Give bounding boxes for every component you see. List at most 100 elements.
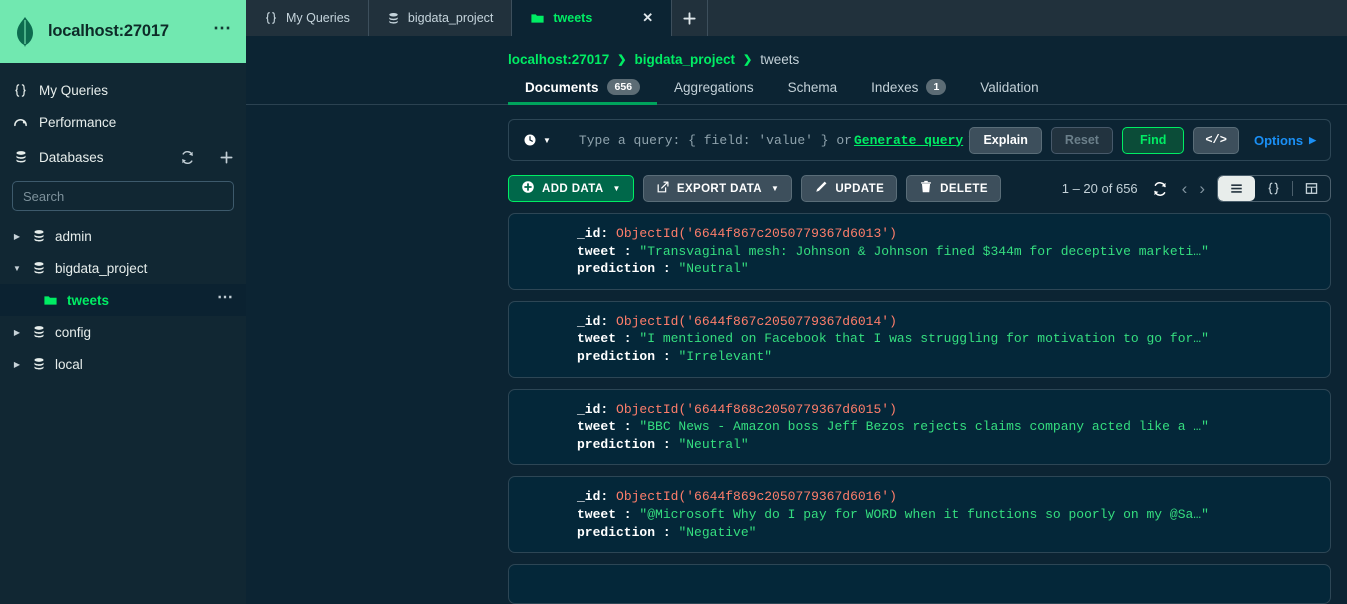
document-card[interactable] (508, 564, 1331, 604)
document-card[interactable]: _id: ObjectId('6644f867c2050779367d6014'… (508, 300, 1331, 378)
button-label: EXPORT DATA (676, 182, 762, 195)
document-field-prediction: prediction : "Neutral" (577, 436, 1330, 454)
pencil-icon (814, 180, 828, 197)
database-icon (12, 150, 29, 164)
tree-label: local (55, 356, 83, 372)
braces-icon (264, 11, 278, 25)
query-bar: ▼ Type a query: { field: 'value' } or Ge… (508, 119, 1331, 161)
document-field-tweet: tweet : "Transvaginal mesh: Johnson & Jo… (577, 243, 1330, 261)
field-key: _id: (577, 313, 609, 329)
tab-my-queries[interactable]: My Queries (246, 0, 369, 36)
tab-schema[interactable]: Schema (771, 80, 855, 104)
field-value: "Transvaginal mesh: Johnson & Johnson fi… (639, 243, 1209, 259)
tree-item-local[interactable]: ▶ local (0, 348, 246, 380)
field-value: "I mentioned on Facebook that I was stru… (639, 331, 1209, 347)
breadcrumb-host[interactable]: localhost:27017 (508, 52, 609, 67)
document-field-id: _id: ObjectId('6644f867c2050779367d6014'… (577, 313, 1330, 331)
compass-window: localhost:27017 ⋯ My Queries Performance (0, 0, 1347, 604)
document-field-id: _id: ObjectId('6644f868c2050779367d6015'… (577, 401, 1330, 419)
field-value: "@Microsoft Why do I pay for WORD when i… (639, 506, 1209, 522)
search-input[interactable] (12, 181, 234, 211)
sidebar-label: Performance (39, 114, 117, 130)
tab-validation[interactable]: Validation (963, 80, 1055, 104)
documents-list: _id: ObjectId('6644f867c2050779367d6013'… (246, 202, 1347, 604)
refresh-icon[interactable] (1152, 181, 1168, 197)
json-view-icon[interactable] (1255, 176, 1292, 201)
tree-item-admin[interactable]: ▶ admin (0, 220, 246, 252)
tree-item-config[interactable]: ▶ config (0, 316, 246, 348)
list-view-icon[interactable] (1218, 176, 1255, 201)
plus-icon[interactable] (219, 150, 234, 165)
document-field-id: _id: ObjectId('6644f867c2050779367d6013'… (577, 225, 1330, 243)
next-page-button[interactable]: › (1199, 180, 1205, 197)
database-icon (387, 12, 400, 25)
document-field-id: _id: ObjectId('6644f869c2050779367d6016'… (577, 488, 1330, 506)
add-data-button[interactable]: ADD DATA ▼ (508, 175, 634, 202)
button-label: UPDATE (835, 182, 885, 195)
query-history-button[interactable]: ▼ (523, 133, 551, 147)
tab-bigdata-project[interactable]: bigdata_project (369, 0, 513, 36)
tab-documents[interactable]: Documents 656 (508, 79, 658, 105)
tree-label: admin (55, 228, 92, 244)
tab-bar-empty-space (707, 0, 1347, 36)
field-value: "Irrelevant" (678, 348, 773, 364)
button-label: DELETE (940, 182, 988, 195)
tab-aggregations[interactable]: Aggregations (657, 80, 771, 104)
tab-tweets[interactable]: tweets ✕ (512, 0, 672, 36)
options-button[interactable]: Options ▶ (1248, 133, 1322, 148)
field-value: "Negative" (678, 524, 757, 540)
document-field-prediction: prediction : "Neutral" (577, 260, 1330, 278)
gauge-icon (12, 115, 29, 130)
trash-icon (919, 180, 933, 197)
export-icon (656, 180, 670, 197)
tree-item-bigdata-project[interactable]: ▼ bigdata_project (0, 252, 246, 284)
query-input[interactable]: Type a query: { field: 'value' } or Gene… (551, 131, 970, 149)
export-data-button[interactable]: EXPORT DATA ▼ (642, 175, 793, 202)
sidebar-item-databases[interactable]: Databases (0, 141, 246, 173)
main-area: My Queries bigdata_project tweets ✕ loca… (246, 0, 1347, 604)
indexes-count-badge: 1 (926, 79, 947, 95)
database-icon (30, 261, 47, 275)
field-key: prediction : (577, 261, 671, 277)
document-card[interactable]: _id: ObjectId('6644f867c2050779367d6013'… (508, 213, 1331, 290)
field-key: prediction : (577, 348, 671, 364)
query-code-toggle-button[interactable]: </> (1193, 126, 1239, 154)
plus-circle-icon (521, 180, 535, 197)
query-actions: Explain Reset Find </> Options ▶ (969, 126, 1322, 154)
field-key: _id: (577, 226, 609, 241)
generate-query-link[interactable]: Generate query (854, 133, 963, 148)
sidebar-item-performance[interactable]: Performance (0, 106, 246, 138)
tree-item-tweets[interactable]: tweets ⋯ (0, 284, 246, 316)
document-field-tweet: tweet : "@Microsoft Why do I pay for WOR… (577, 506, 1330, 524)
close-icon[interactable]: ✕ (642, 10, 653, 26)
delete-button[interactable]: DELETE (906, 175, 1001, 202)
explain-button[interactable]: Explain (969, 126, 1042, 154)
field-key: prediction : (577, 524, 671, 540)
tab-indexes[interactable]: Indexes 1 (854, 79, 963, 104)
document-card[interactable]: _id: ObjectId('6644f869c2050779367d6016'… (508, 476, 1331, 554)
tab-label: tweets (553, 11, 593, 25)
field-key: _id: (577, 489, 609, 505)
document-toolbar: ADD DATA ▼ EXPORT DATA ▼ UPDATE DELETE 1… (508, 175, 1331, 202)
field-value: ObjectId('6644f869c2050779367d6016') (616, 489, 897, 505)
tab-label: Documents (525, 79, 599, 95)
database-tree: ▶ admin ▼ bigdata_project tweets ⋯ ▶ con… (0, 220, 246, 380)
new-tab-button[interactable] (671, 0, 708, 36)
document-field-tweet: tweet : "BBC News - Amazon boss Jeff Bez… (577, 418, 1330, 436)
button-label: ADD DATA (542, 182, 604, 195)
prev-page-button[interactable]: ‹ (1182, 180, 1188, 197)
ellipsis-icon[interactable]: ⋯ (217, 287, 234, 313)
sidebar-item-my-queries[interactable]: My Queries (0, 74, 246, 106)
ellipsis-icon[interactable]: ⋯ (213, 18, 232, 46)
update-button[interactable]: UPDATE (801, 175, 898, 202)
chevron-right-icon: ▶ (13, 359, 21, 369)
breadcrumb-database[interactable]: bigdata_project (635, 52, 736, 67)
braces-icon (12, 83, 29, 98)
find-button[interactable]: Find (1121, 126, 1185, 154)
document-card[interactable]: _id: ObjectId('6644f868c2050779367d6015'… (508, 388, 1331, 466)
refresh-icon[interactable] (180, 150, 195, 165)
reset-button[interactable]: Reset (1050, 126, 1113, 154)
chevron-right-icon: ❯ (743, 54, 753, 66)
tab-bar: My Queries bigdata_project tweets ✕ (246, 0, 1347, 36)
table-view-icon[interactable] (1293, 176, 1330, 201)
